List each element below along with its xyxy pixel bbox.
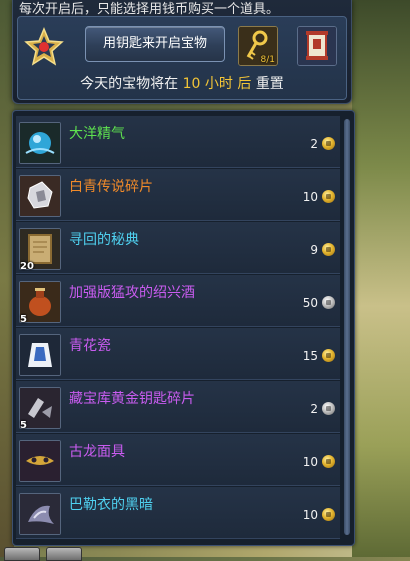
treasure-header-panel: 每次开启后，只能选择用钱币购买一个道具。 用钥匙来开启宝物 8/1 今天的宝物将… xyxy=(12,0,352,104)
gold-coin-icon xyxy=(322,243,335,256)
item-price: 2 xyxy=(310,402,318,416)
background-foliage-right xyxy=(352,0,410,557)
notice-text: 每次开启后，只能选择用钱币购买一个道具。 xyxy=(19,2,280,17)
list-item[interactable]: 20 寻回的秘典 9 xyxy=(16,222,340,274)
item-name: 巴勒衣的黑暗 xyxy=(69,497,153,513)
bottom-tab-1[interactable] xyxy=(4,547,40,561)
scrollbar-thumb[interactable] xyxy=(344,119,350,535)
item-quantity: 5 xyxy=(20,314,27,325)
list-item[interactable]: 巴勒衣的黑暗 10 xyxy=(16,487,340,539)
gold-coin-icon xyxy=(322,137,335,150)
item-quantity: 20 xyxy=(20,261,34,272)
item-price: 10 xyxy=(302,455,318,469)
list-item[interactable]: 5 藏宝库黄金钥匙碎片 2 xyxy=(16,381,340,433)
item-price: 15 xyxy=(302,349,318,363)
ocean-essence-icon xyxy=(19,122,61,164)
list-item[interactable]: 青花瓷 15 xyxy=(16,328,340,380)
porcelain-outfit-icon xyxy=(19,334,61,376)
list-item[interactable]: 古龙面具 10 xyxy=(16,434,340,486)
silver-coin-icon xyxy=(322,402,335,415)
gold-coin-icon xyxy=(322,508,335,521)
reset-timer-text: 今天的宝物将在 10 小时 后 重置 xyxy=(80,76,284,92)
item-price: 10 xyxy=(302,190,318,204)
dragon-mask-icon xyxy=(19,440,61,482)
list-item[interactable]: 5 加强版猛攻的绍兴酒 50 xyxy=(16,275,340,327)
item-price: 9 xyxy=(310,243,318,257)
treasure-controls: 用钥匙来开启宝物 8/1 今天的宝物将在 10 小时 后 重置 xyxy=(17,16,347,100)
gold-coin-icon xyxy=(322,190,335,203)
item-name: 藏宝库黄金钥匙碎片 xyxy=(69,391,195,407)
legend-fragment-icon xyxy=(19,175,61,217)
bottom-tab-2[interactable] xyxy=(46,547,82,561)
item-quantity: 5 xyxy=(20,420,27,431)
scroll-item-slot[interactable] xyxy=(297,26,337,66)
dark-outfit-icon xyxy=(19,493,61,535)
red-scroll-icon xyxy=(298,27,336,65)
open-with-key-button[interactable]: 用钥匙来开启宝物 xyxy=(85,26,225,62)
item-price: 10 xyxy=(302,508,318,522)
list-scrollbar[interactable] xyxy=(344,119,350,535)
item-name: 大洋精气 xyxy=(69,126,125,142)
item-name: 古龙面具 xyxy=(69,444,125,460)
list-item[interactable]: 白青传说碎片 10 xyxy=(16,169,340,221)
item-name: 白青传说碎片 xyxy=(69,179,153,195)
star-badge-icon xyxy=(24,27,64,66)
item-name: 寻回的秘典 xyxy=(69,232,139,248)
item-price: 2 xyxy=(310,137,318,151)
item-name: 青花瓷 xyxy=(69,338,111,354)
gold-coin-icon xyxy=(322,349,335,362)
list-item[interactable]: 大洋精气 2 xyxy=(16,116,340,168)
item-name: 加强版猛攻的绍兴酒 xyxy=(69,285,195,301)
golden-key-slot[interactable]: 8/1 xyxy=(238,26,278,66)
gold-coin-icon xyxy=(322,455,335,468)
silver-coin-icon xyxy=(322,296,335,309)
treasure-item-list: 大洋精气 2 白青传说碎片 10 20 寻回的秘典 9 5 加强版猛攻的绍兴酒 … xyxy=(12,110,355,546)
key-count: 8/1 xyxy=(260,55,275,65)
reset-hours: 10 xyxy=(182,76,201,92)
item-price: 50 xyxy=(302,296,318,310)
